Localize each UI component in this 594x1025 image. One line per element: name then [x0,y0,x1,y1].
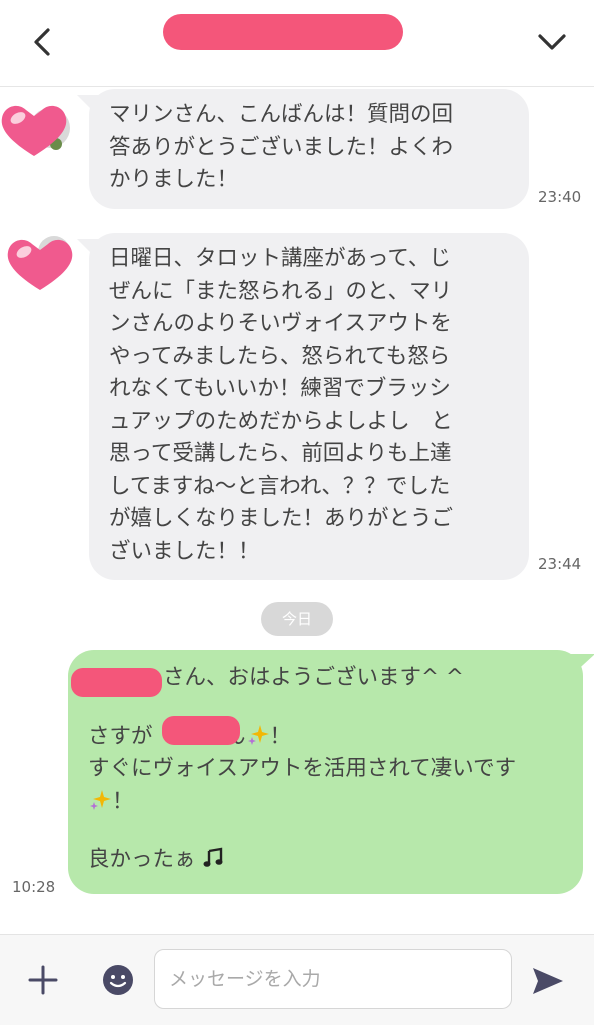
message-text: ！ [269,723,292,749]
message-composer [0,934,594,1025]
emoji-icon[interactable] [102,964,134,996]
message-line: ！ [88,786,563,819]
message-text: ！ [112,788,134,814]
chevron-left-icon[interactable] [26,24,58,60]
contact-avatar-heart-icon[interactable] [0,98,74,162]
message-line: さすがさん！ [88,721,563,754]
message-line: 答ありがとうございました！よくわ [109,134,454,160]
message-line: ンさんのよりそいヴォイスアウトを [109,311,452,336]
message-line: してますね〜と言われ、？？でした [109,473,451,499]
chat-header [0,0,594,87]
music-note-icon [203,847,223,867]
message-line: ざいました！！ [109,538,260,564]
sparkles-icon [90,789,111,810]
redacted-name [71,668,162,697]
message-line: マリンさん、こんばんは！質問の回 [109,102,454,127]
message-line: ュアップのためだからよしよし と [109,408,453,434]
message-line: 良かったぁ [88,844,563,877]
message-bubble-incoming[interactable]: マリンさん、こんばんは！質問の回 答ありがとうございました！よくわ かりました！ [89,89,529,209]
message-text: 良かったぁ [88,847,196,872]
message-line: 思って受講したら、前回よりも上達 [109,441,452,466]
sparkles-icon [247,724,269,745]
message-bubble-incoming[interactable]: 日曜日、タロット講座があって、じ ぜんに「また怒られる」のと、マリ ンさんのより… [89,233,529,580]
message-line: ぜんに「また怒られる」のと、マリ [109,278,453,304]
message-line: れなくてもいいか！練習でブラッシ [109,376,451,401]
plus-icon[interactable] [26,963,60,997]
message-timestamp: 23:44 [538,555,582,573]
message-line: かりました！ [109,167,239,192]
message-input[interactable] [154,949,512,1009]
message-text: さすが [88,723,153,749]
message-line: が嬉しくなりました！ありがとうご [109,506,454,531]
message-line: すぐにヴォイスアウトを活用されて凄いです [88,756,517,781]
message-line: 日曜日、タロット講座があって、じ [109,246,451,271]
contact-avatar-heart-icon[interactable] [6,230,82,294]
chevron-down-icon[interactable] [532,26,572,58]
redacted-name [162,716,240,745]
message-timestamp: 10:28 [12,878,56,896]
send-icon[interactable] [530,964,566,998]
message-line: やってみましたら、怒られても怒ら [109,343,451,369]
redacted-chat-title [163,14,403,50]
message-text: さん、おはようございます^ ^ [163,665,464,690]
date-separator: 今日 [261,602,333,636]
message-timestamp: 23:40 [538,188,582,206]
